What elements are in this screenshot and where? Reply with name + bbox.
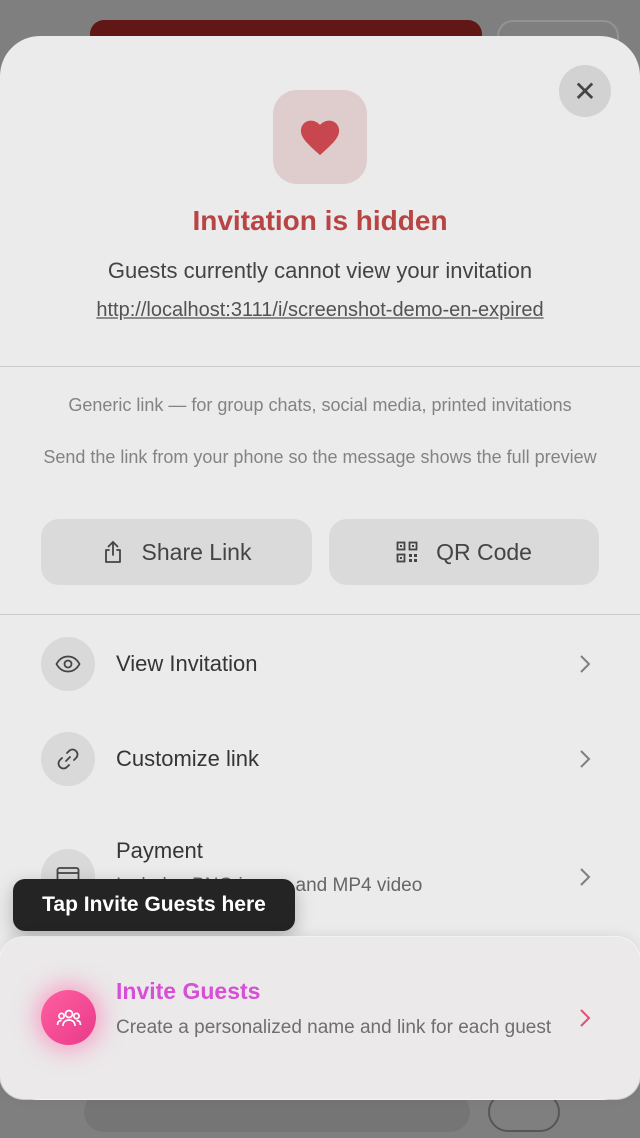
- chevron-right-icon: [575, 654, 595, 674]
- qr-code-label: QR Code: [436, 538, 532, 565]
- share-link-button[interactable]: Share Link: [41, 519, 312, 585]
- heart-icon: [300, 120, 340, 156]
- generic-link-note: Generic link — for group chats, social m…: [68, 395, 572, 415]
- send-link-note: Send the link from your phone so the mes…: [43, 447, 597, 467]
- payment-label: Payment: [116, 838, 203, 863]
- menu-item-invite-guests[interactable]: Invite Guests Create a personalized name…: [0, 937, 640, 1099]
- eye-icon: [41, 637, 95, 691]
- chevron-right-icon: [575, 1008, 595, 1028]
- view-invitation-label: View Invitation: [116, 651, 258, 676]
- menu-item-view-invitation[interactable]: View Invitation: [0, 619, 640, 709]
- invite-guests-title: Invite Guests: [116, 978, 261, 1004]
- guests-icon: [41, 990, 96, 1045]
- invite-guests-description: Create a personalized name and link for …: [116, 1017, 552, 1038]
- qr-code-icon: [396, 541, 418, 563]
- close-icon: ✕: [573, 75, 597, 107]
- onboarding-tooltip: Tap Invite Guests here: [13, 879, 295, 931]
- invitation-link[interactable]: http://localhost:3111/i/screenshot-demo-…: [0, 299, 640, 322]
- qr-code-button[interactable]: QR Code: [329, 519, 599, 585]
- chevron-right-icon: [575, 867, 595, 887]
- page-title: Invitation is hidden: [192, 205, 448, 236]
- heart-badge: [273, 90, 367, 184]
- divider: [0, 614, 640, 615]
- share-link-label: Share Link: [141, 538, 252, 565]
- chevron-right-icon: [575, 749, 595, 769]
- link-icon: [41, 732, 95, 786]
- menu-item-customize-link[interactable]: Customize link: [0, 714, 640, 804]
- divider: [0, 366, 640, 367]
- close-button[interactable]: ✕: [559, 65, 611, 117]
- status-subtitle: Guests currently cannot view your invita…: [107, 258, 533, 283]
- customize-link-label: Customize link: [116, 746, 260, 771]
- share-icon: [104, 541, 121, 563]
